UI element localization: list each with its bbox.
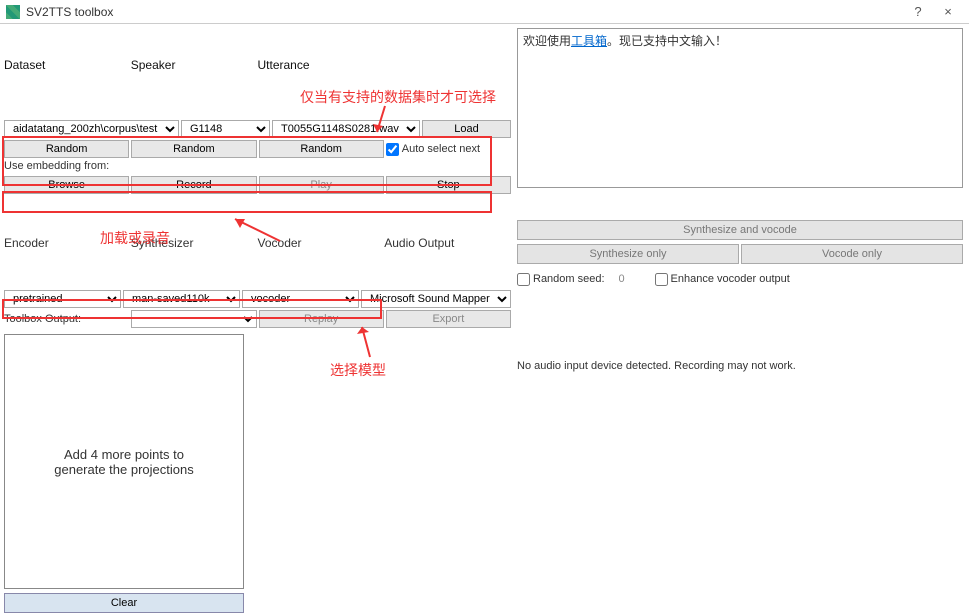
- vocode-only-button[interactable]: Vocode only: [741, 244, 963, 264]
- clear-button[interactable]: Clear: [4, 593, 244, 613]
- synthesize-only-button[interactable]: Synthesize only: [517, 244, 739, 264]
- help-button[interactable]: ?: [903, 4, 933, 19]
- random-utterance-button[interactable]: Random: [259, 140, 384, 158]
- speaker-header: Speaker: [131, 58, 258, 72]
- toolbox-output-label: Toolbox Output:: [4, 313, 81, 325]
- toolbox-output-select[interactable]: [131, 310, 256, 328]
- synthesizer-header: Synthesizer: [131, 236, 258, 250]
- random-speaker-button[interactable]: Random: [131, 140, 256, 158]
- log-prefix: 欢迎使用: [523, 34, 571, 48]
- toolbox-output-box: Add 4 more points to generate the projec…: [4, 334, 244, 589]
- audio-output-header: Audio Output: [384, 236, 511, 250]
- log-panel: 欢迎使用工具箱。现已支持中文输入！: [517, 28, 963, 188]
- utterance-header: Utterance: [258, 58, 385, 72]
- dataset-header: Dataset: [4, 58, 131, 72]
- enhance-vocoder-label: Enhance vocoder output: [671, 273, 790, 285]
- audio-output-select[interactable]: Microsoft Sound Mapper: [361, 290, 511, 308]
- vocoder-header: Vocoder: [258, 236, 385, 250]
- vocoder-select[interactable]: vocoder: [242, 290, 359, 308]
- dataset-select[interactable]: aidatatang_200zh\corpus\test: [4, 120, 179, 138]
- synthesize-vocode-button[interactable]: Synthesize and vocode: [517, 220, 963, 240]
- window-title: SV2TTS toolbox: [26, 5, 903, 19]
- auto-select-next-checkbox[interactable]: [386, 143, 399, 156]
- titlebar: SV2TTS toolbox ? ×: [0, 0, 969, 24]
- synthesizer-select[interactable]: man-saved110k: [123, 290, 240, 308]
- record-button[interactable]: Record: [131, 176, 256, 194]
- auto-select-next-label: Auto select next: [402, 143, 480, 155]
- browse-button[interactable]: Browse: [4, 176, 129, 194]
- speaker-select[interactable]: G1148: [181, 120, 270, 138]
- encoder-header: Encoder: [4, 236, 131, 250]
- utterance-select[interactable]: T0055G1148S0281.wav: [272, 120, 420, 138]
- export-button[interactable]: Export: [386, 310, 511, 328]
- load-button[interactable]: Load: [422, 120, 511, 138]
- replay-button[interactable]: Replay: [259, 310, 384, 328]
- enhance-vocoder-checkbox[interactable]: [655, 273, 668, 286]
- use-embedding-label: Use embedding from:: [4, 160, 511, 172]
- log-link[interactable]: 工具箱: [571, 34, 607, 48]
- outbox-text: Add 4 more points to generate the projec…: [54, 447, 193, 477]
- log-suffix: 。现已支持中文输入！: [607, 34, 727, 48]
- play-button[interactable]: Play: [259, 176, 384, 194]
- encoder-select[interactable]: pretrained: [4, 290, 121, 308]
- annotation-arrow-3: [360, 322, 390, 365]
- random-dataset-button[interactable]: Random: [4, 140, 129, 158]
- random-seed-input[interactable]: [615, 271, 645, 287]
- app-icon: [6, 5, 20, 19]
- random-seed-label: Random seed:: [533, 273, 605, 285]
- annotation-1: 仅当有支持的数据集时才可选择: [300, 87, 496, 107]
- stop-button[interactable]: Stop: [386, 176, 511, 194]
- annotation-box-2: [2, 191, 492, 213]
- random-seed-checkbox[interactable]: [517, 273, 530, 286]
- status-message: No audio input device detected. Recordin…: [517, 360, 963, 372]
- annotation-3: 选择模型: [330, 360, 386, 380]
- close-button[interactable]: ×: [933, 4, 963, 19]
